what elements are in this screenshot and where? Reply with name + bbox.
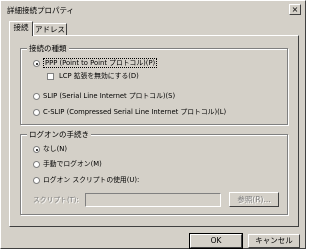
slip-radio-label[interactable]: SLIP (Serial Line Internet プロトコル)(S) [43,92,175,101]
logon-procedure-group-title: ログオンの手続き [27,129,91,140]
slip-radio[interactable] [33,93,40,100]
ppp-radio-label-text: PPP (Point to Point プロトコル)(P) [43,58,158,68]
ppp-radio[interactable] [33,60,40,67]
logon-none-radio-label[interactable]: なし(N) [43,145,67,154]
ok-button[interactable]: OK [189,233,243,249]
connection-type-group-title: 接続の種類 [27,43,69,54]
cancel-button[interactable]: キャンセル [248,234,300,248]
cancel-button-label: キャンセル [255,236,293,245]
dialog-window: 詳細接続プロパティ × 接続 アドレス 接続の種類 PPP (Point to … [0,0,306,249]
logon-none-radio[interactable] [33,146,40,153]
browse-button-label: 参照(R)... [237,195,271,204]
lcp-disable-checkbox[interactable] [47,73,54,80]
logon-script-radio[interactable] [33,177,40,184]
script-field-label: スクリプト(T): [33,196,79,204]
ok-button-label: OK [210,236,222,245]
close-icon: × [291,5,299,14]
tab-connection-label: 接続 [13,23,29,32]
lcp-disable-checkbox-label[interactable]: LCP 拡張を無効にする(D) [59,72,139,81]
title-bar[interactable]: 詳細接続プロパティ × [3,3,303,17]
logon-procedure-group: ログオンの手続き なし(N) 手動でログオン(M) ログオン スクリプトの使用(… [20,129,288,215]
cslip-radio-label[interactable]: C-SLIP (Compressed Serial Line Internet … [43,108,226,117]
tab-address-label: アドレス [35,25,65,34]
logon-manual-radio-label[interactable]: 手動でログオン(M) [43,160,102,169]
browse-button[interactable]: 参照(R)... [229,192,279,207]
ppp-radio-label[interactable]: PPP (Point to Point プロトコル)(P) [43,58,158,68]
logon-manual-radio[interactable] [33,161,40,168]
script-path-input[interactable] [85,193,221,207]
logon-script-radio-label[interactable]: ログオン スクリプトの使用(U): [43,176,139,185]
tab-panel-connection: 接続の種類 PPP (Point to Point プロトコル)(P) LCP … [9,35,299,227]
cslip-radio[interactable] [33,109,40,116]
close-button[interactable]: × [289,4,301,15]
connection-type-group: 接続の種類 PPP (Point to Point プロトコル)(P) LCP … [20,43,288,125]
window-title: 詳細接続プロパティ [7,6,75,15]
tab-connection[interactable]: 接続 [9,21,33,36]
